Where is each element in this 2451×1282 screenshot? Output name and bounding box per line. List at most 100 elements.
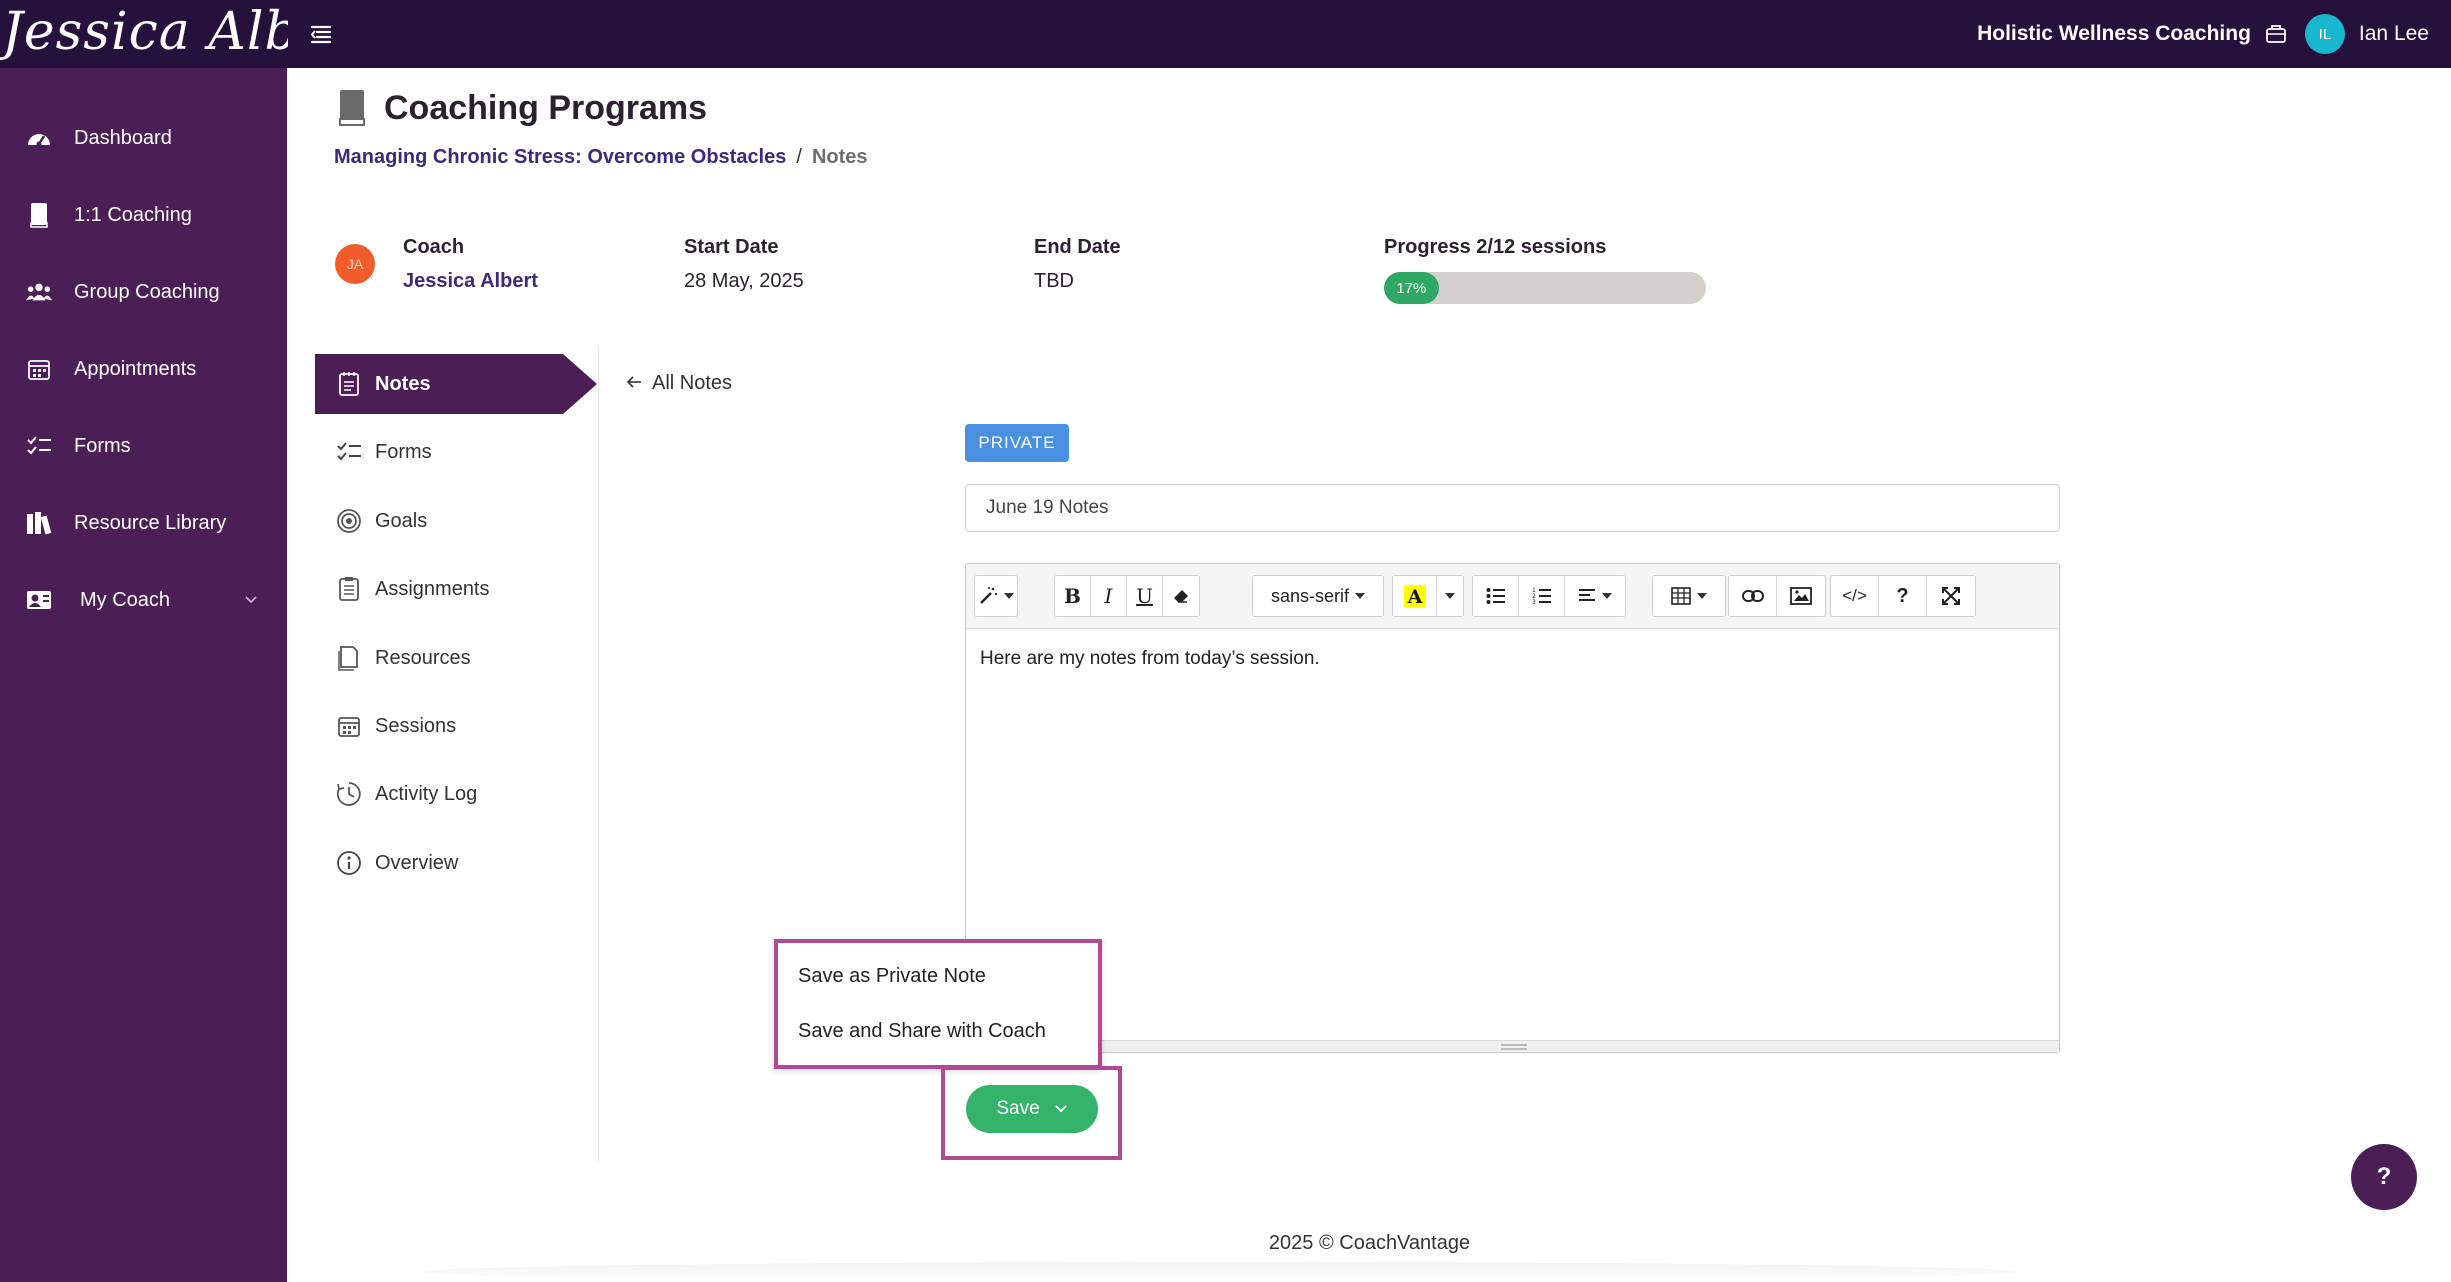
resize-grip-icon[interactable] [1501, 1044, 1527, 1050]
bold-button[interactable]: B [1055, 576, 1091, 616]
save-as-private-note-option[interactable]: Save as Private Note [798, 965, 986, 988]
rich-text-editor: B I U sans-serif A 123 </> ? Here are my… [965, 563, 2060, 1053]
library-icon [26, 510, 52, 536]
italic-button[interactable]: I [1091, 576, 1127, 616]
org-name[interactable]: Holistic Wellness Coaching [1977, 22, 2251, 46]
private-badge: PRIVATE [965, 424, 1069, 462]
table-dropdown-button[interactable] [1653, 576, 1725, 616]
bullet-list-icon[interactable] [1473, 576, 1519, 616]
subnav-item-resources[interactable]: Resources [315, 628, 595, 688]
brand-logo[interactable]: Jessica Albert [0, 0, 288, 68]
toolbar-group-table [1652, 575, 1726, 617]
calendar-icon [335, 712, 363, 740]
progress-bar: 17% [1384, 272, 1706, 304]
breadcrumb-program-link[interactable]: Managing Chronic Stress: Overcome Obstac… [334, 146, 786, 169]
note-title-input[interactable] [965, 484, 2060, 532]
all-notes-label: All Notes [652, 372, 733, 394]
sidebar-item-label: Resource Library [74, 511, 227, 534]
subnav-item-label: Assignments [375, 577, 490, 600]
underline-button[interactable]: U [1127, 576, 1163, 616]
save-button-label: Save [996, 1098, 1040, 1119]
brand-logo-text: Jessica Albert [2, 2, 288, 62]
sidebar-item-my-coach[interactable]: My Coach [0, 570, 287, 630]
subnav-item-label: Sessions [375, 714, 457, 737]
subnav-item-label: Goals [375, 509, 428, 532]
magic-wand-dropdown-button[interactable] [975, 576, 1017, 616]
user-avatar[interactable]: IL [2304, 14, 2345, 54]
sidebar-item-dashboard[interactable]: Dashboard [0, 108, 287, 168]
target-icon [335, 507, 363, 535]
coach-avatar: JA [335, 244, 375, 284]
subnav-item-activity-log[interactable]: Activity Log [315, 764, 595, 824]
sidebar-item-forms[interactable]: Forms [0, 416, 287, 476]
subnav-item-notes[interactable]: Notes [315, 354, 595, 414]
help-question-icon[interactable]: ? [1879, 576, 1927, 616]
toolbar-group-style [974, 575, 1018, 617]
notes-icon [335, 370, 363, 398]
code-view-icon[interactable]: </> [1831, 576, 1879, 616]
sidebar-item-group-coaching[interactable]: Group Coaching [0, 262, 287, 322]
editor-resize-bar[interactable] [966, 1040, 2059, 1052]
subnav-item-sessions[interactable]: Sessions [315, 696, 595, 756]
page-header: Coaching Programs [334, 88, 707, 128]
sidebar-item-label: Group Coaching [74, 280, 220, 303]
image-icon[interactable] [1777, 576, 1825, 616]
toolbar-group-color: A [1392, 575, 1464, 617]
save-and-share-with-coach-option[interactable]: Save and Share with Coach [798, 1020, 1046, 1043]
briefcase-icon[interactable] [2265, 23, 2287, 45]
subnav-item-label: Overview [375, 851, 459, 874]
eraser-icon[interactable] [1163, 576, 1199, 616]
progress-label: Progress 2/12 sessions [1384, 236, 1607, 258]
sidebar-item-resource-library[interactable]: Resource Library [0, 493, 287, 553]
subnav-divider [598, 346, 599, 1161]
checklist-icon [26, 433, 52, 459]
sidebar-item-1-1-coaching[interactable]: 1:1 Coaching [0, 185, 287, 245]
user-name[interactable]: Ian Lee [2359, 22, 2429, 46]
editor-content[interactable]: Here are my notes from today’s session. [980, 648, 1320, 670]
subnav-item-label: Resources [375, 646, 471, 669]
clock-icon [335, 780, 363, 808]
footer-shadow [420, 1262, 2020, 1282]
all-notes-link[interactable]: All Notes [626, 372, 732, 395]
font-family-dropdown[interactable]: sans-serif [1253, 576, 1383, 616]
toolbar-group-font: sans-serif [1252, 575, 1384, 617]
text-color-dropdown-button[interactable] [1437, 576, 1463, 616]
subnav-item-overview[interactable]: Overview [315, 833, 595, 893]
menu-toggle-icon[interactable] [308, 20, 336, 48]
svg-text:3: 3 [1532, 599, 1536, 605]
info-icon [335, 849, 363, 877]
chevron-down-icon [1054, 1098, 1068, 1120]
book-icon [334, 88, 368, 128]
end-date-value: TBD [1034, 270, 1074, 292]
breadcrumb: Managing Chronic Stress: Overcome Obstac… [334, 146, 868, 169]
numbered-list-icon[interactable]: 123 [1519, 576, 1565, 616]
subnav-item-goals[interactable]: Goals [315, 491, 595, 551]
link-icon[interactable] [1729, 576, 1777, 616]
arrow-left-icon [626, 372, 642, 395]
progress-bar-fill: 17% [1384, 272, 1439, 304]
align-dropdown-button[interactable] [1565, 576, 1625, 616]
sidebar: Dashboard 1:1 Coaching Group Coaching Ap… [0, 68, 287, 1282]
calendar-icon [26, 356, 52, 382]
breadcrumb-separator: / [796, 146, 802, 168]
book-icon [26, 202, 52, 228]
subnav-item-label: Forms [375, 440, 432, 463]
footer-text: 2025 © CoachVantage [1268, 1232, 1471, 1254]
sidebar-item-appointments[interactable]: Appointments [0, 339, 287, 399]
subnav-item-forms[interactable]: Forms [315, 422, 595, 482]
save-options-menu: Save as Private Note Save and Share with… [774, 939, 1102, 1069]
dashboard-icon [26, 125, 52, 151]
sidebar-item-label: Dashboard [74, 126, 172, 149]
save-button[interactable]: Save [966, 1085, 1098, 1133]
fullscreen-icon[interactable] [1927, 576, 1975, 616]
subnav-item-assignments[interactable]: Assignments [315, 559, 595, 619]
toolbar-group-insert [1728, 575, 1826, 617]
users-icon [26, 279, 52, 305]
text-color-button[interactable]: A [1393, 576, 1437, 616]
help-button[interactable]: ? [2351, 1144, 2417, 1210]
top-right-area: Holistic Wellness Coaching IL Ian Lee [1977, 0, 2429, 68]
coach-name-link[interactable]: Jessica Albert [403, 270, 538, 293]
start-date-value: 28 May, 2025 [684, 270, 804, 292]
chevron-down-icon[interactable] [243, 590, 259, 606]
coach-label: Coach [403, 236, 465, 258]
